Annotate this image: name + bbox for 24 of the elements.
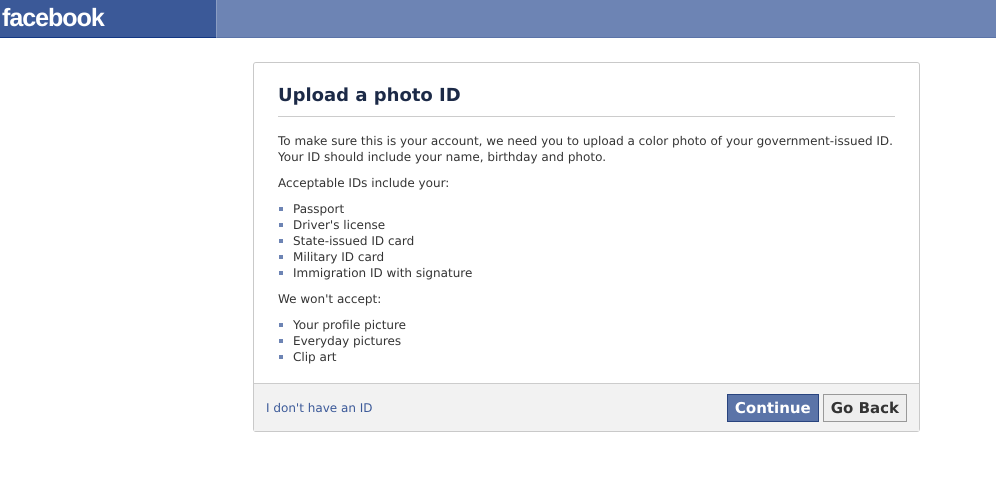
intro-text: To make sure this is your account, we need you to upload a color photo of your government-issued ID. Your ID should include your name, birthday and photo.: [278, 133, 894, 165]
list-item: Immigration ID with signature: [293, 265, 472, 281]
dialog-title: Upload a photo ID: [278, 85, 462, 108]
bullet-icon: [279, 239, 283, 243]
list-item: Military ID card: [293, 249, 384, 265]
continue-button[interactable]: Continue: [726, 394, 819, 422]
bullet-icon: [279, 223, 283, 227]
section-heading: We won't accept:: [278, 291, 382, 307]
list-item: Driver's license: [293, 217, 386, 233]
logo[interactable]: facebook: [2, 4, 104, 33]
list-item: Clip art: [293, 349, 336, 365]
bullet-icon: [279, 355, 283, 359]
bullet-icon: [279, 339, 283, 343]
bullet-icon: [279, 255, 283, 259]
list-item: Everyday pictures: [293, 333, 402, 349]
section-heading: Acceptable IDs include your:: [278, 175, 450, 191]
bullet-icon: [279, 271, 283, 275]
list-item: Passport: [293, 201, 344, 217]
bullet-icon: [279, 323, 283, 327]
back-button[interactable]: Go Back: [822, 394, 907, 422]
list-item: Your profile picture: [293, 317, 406, 333]
list-item: State-issued ID card: [293, 233, 414, 249]
no-id-link[interactable]: I don't have an ID: [266, 401, 373, 415]
bullet-icon: [279, 207, 283, 211]
